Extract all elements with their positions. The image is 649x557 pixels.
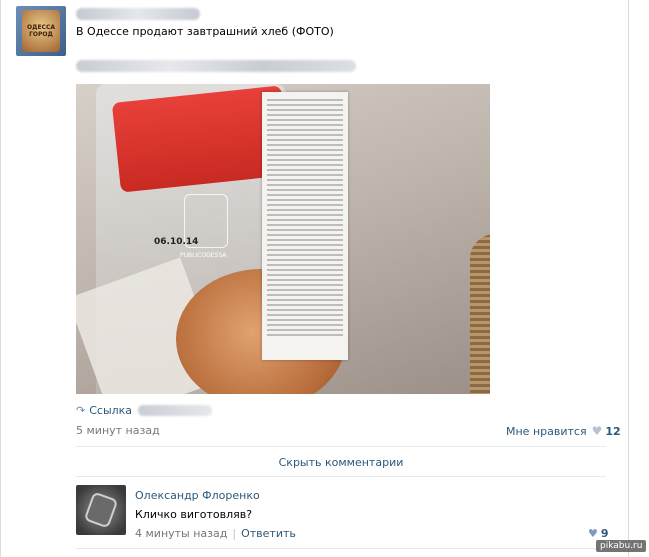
frame-border-left bbox=[0, 0, 1, 557]
comment-avatar[interactable] bbox=[76, 485, 126, 535]
share-arrow-icon: ↷ bbox=[76, 404, 86, 417]
post-link[interactable]: ↷ Ссылка bbox=[76, 404, 213, 417]
comment-like-count: 9 bbox=[600, 527, 609, 540]
like-count: 12 bbox=[605, 424, 621, 438]
heart-icon: ♥ bbox=[588, 527, 598, 540]
post-photo[interactable]: PUBLICODESSA 06.10.14 bbox=[76, 84, 490, 394]
author-name-blurred[interactable] bbox=[76, 8, 200, 20]
post-like-button[interactable]: Мне нравится ♥ 12 bbox=[506, 424, 621, 438]
link-label[interactable]: Ссылка bbox=[89, 404, 132, 417]
seal-text-2: ГОРОД bbox=[29, 31, 53, 38]
comment-time[interactable]: 4 минуты назад bbox=[135, 527, 227, 540]
comment-like-button[interactable]: ♥ 9 bbox=[588, 527, 609, 540]
frame-border-right bbox=[628, 0, 629, 557]
comment-author[interactable]: Олександр Флоренко bbox=[135, 489, 260, 502]
photo-watermark-text: PUBLICODESSA bbox=[180, 252, 227, 259]
hide-comments-link[interactable]: Скрыть комментарии bbox=[76, 456, 606, 469]
link-target-blurred[interactable] bbox=[138, 405, 213, 416]
dog-tag-image bbox=[83, 491, 119, 529]
post-text-blurred-line bbox=[76, 60, 356, 72]
like-label[interactable]: Мне нравится bbox=[506, 425, 587, 438]
wicker-coaster bbox=[470, 234, 490, 394]
comment-meta: 4 минуты назад | Ответить bbox=[135, 527, 296, 540]
comment-text: Кличко виготовляв? bbox=[135, 508, 253, 521]
heart-icon: ♥ bbox=[591, 424, 603, 438]
site-watermark: pikabu.ru bbox=[596, 540, 647, 552]
post-time[interactable]: 5 минут назад bbox=[76, 424, 160, 437]
divider bbox=[76, 446, 606, 447]
seal-text-1: ОДЕССА bbox=[27, 24, 55, 31]
meta-separator: | bbox=[232, 527, 237, 540]
divider bbox=[76, 476, 606, 477]
reply-button[interactable]: Ответить bbox=[241, 527, 296, 540]
bag-date-stamp: 06.10.14 bbox=[154, 237, 199, 247]
divider bbox=[76, 548, 606, 549]
group-avatar[interactable]: ОДЕССА ГОРОД bbox=[16, 6, 66, 56]
post-text: В Одессе продают завтрашний хлеб (ФОТО) bbox=[76, 25, 334, 38]
odessa-seal-logo: ОДЕССА ГОРОД bbox=[22, 10, 60, 52]
store-receipt bbox=[262, 92, 348, 360]
